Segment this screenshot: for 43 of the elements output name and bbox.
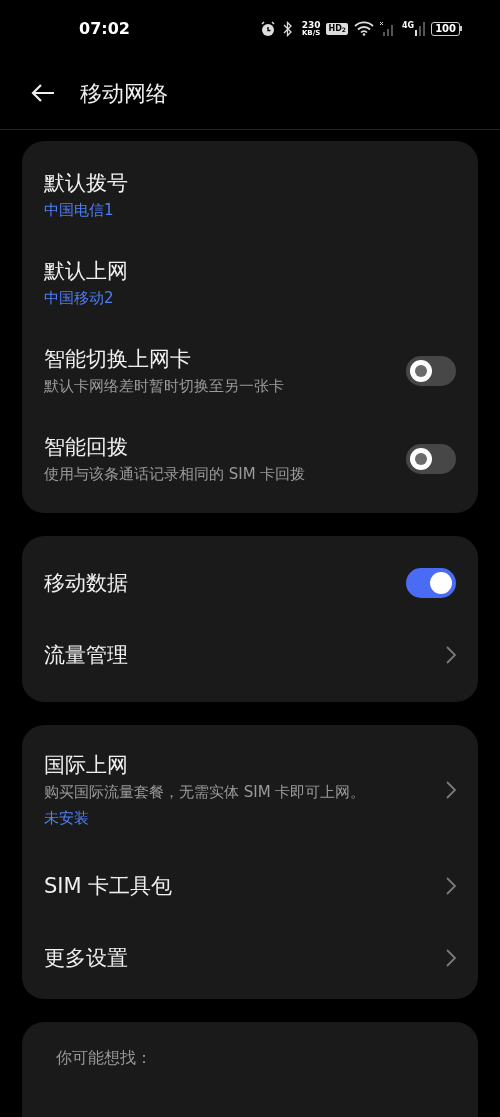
settings-row[interactable]: 智能回拨 使用与该条通话记录相同的 SIM 卡回拨 (22, 415, 478, 503)
row-subtitle: 中国移动2 (44, 288, 115, 309)
toggle-switch[interactable] (406, 444, 456, 474)
chevron-right-icon (446, 646, 456, 664)
page-title: 移动网络 (80, 79, 168, 108)
back-arrow-icon[interactable] (30, 83, 56, 103)
chevron-right-icon (446, 949, 456, 967)
toggle-switch[interactable] (406, 568, 456, 598)
row-subtitle: 使用与该条通话记录相同的 SIM 卡回拨 (44, 464, 306, 485)
signal-icon (380, 21, 396, 36)
battery-indicator: 100 (431, 21, 462, 36)
chevron-right-icon (446, 781, 456, 799)
row-title: 流量管理 (44, 642, 128, 669)
settings-row[interactable]: 更多设置 (22, 922, 478, 994)
row-subtitle: 购买国际流量套餐，无需实体 SIM 卡即可上网。 (44, 782, 366, 803)
settings-row[interactable]: 智能切换上网卡 默认卡网络差时暂时切换至另一张卡 (22, 327, 478, 415)
settings-row[interactable]: 默认上网 中国移动2 (22, 239, 478, 327)
row-subtitle: 默认卡网络差时暂时切换至另一张卡 (44, 376, 284, 397)
status-time: 07:02 (79, 17, 130, 40)
hd-badge: HD$_{2}$ (326, 22, 348, 35)
wifi-icon (354, 21, 374, 36)
row-title: 国际上网 (44, 752, 129, 779)
status-text: 未安装 (44, 808, 90, 829)
alarm-icon (259, 20, 276, 37)
settings-row[interactable]: 默认拨号 中国电信1 (22, 151, 478, 239)
speed-value: 230 (301, 20, 321, 29)
suggestions-heading: 你可能想找： (56, 1048, 152, 1067)
settings-row[interactable]: 移动数据 (22, 547, 478, 619)
row-title: 智能切换上网卡 (44, 346, 192, 373)
signal-icon (415, 21, 426, 36)
chevron-right-icon (446, 877, 456, 895)
row-title: 智能回拨 (44, 434, 129, 461)
settings-row[interactable]: 国际上网 购买国际流量套餐，无需实体 SIM 卡即可上网。 未安装 (22, 730, 478, 850)
row-title: SIM 卡工具包 (44, 873, 173, 900)
row-title: 更多设置 (44, 945, 128, 972)
settings-row[interactable]: 流量管理 (22, 619, 478, 691)
toggle-switch[interactable] (406, 356, 456, 386)
row-subtitle: 中国电信1 (44, 200, 115, 221)
settings-row[interactable]: SIM 卡工具包 (22, 850, 478, 922)
row-title: 移动数据 (44, 570, 128, 597)
row-title: 默认上网 (44, 258, 128, 285)
network-type: 4G (402, 21, 415, 30)
row-title: 默认拨号 (44, 170, 128, 197)
